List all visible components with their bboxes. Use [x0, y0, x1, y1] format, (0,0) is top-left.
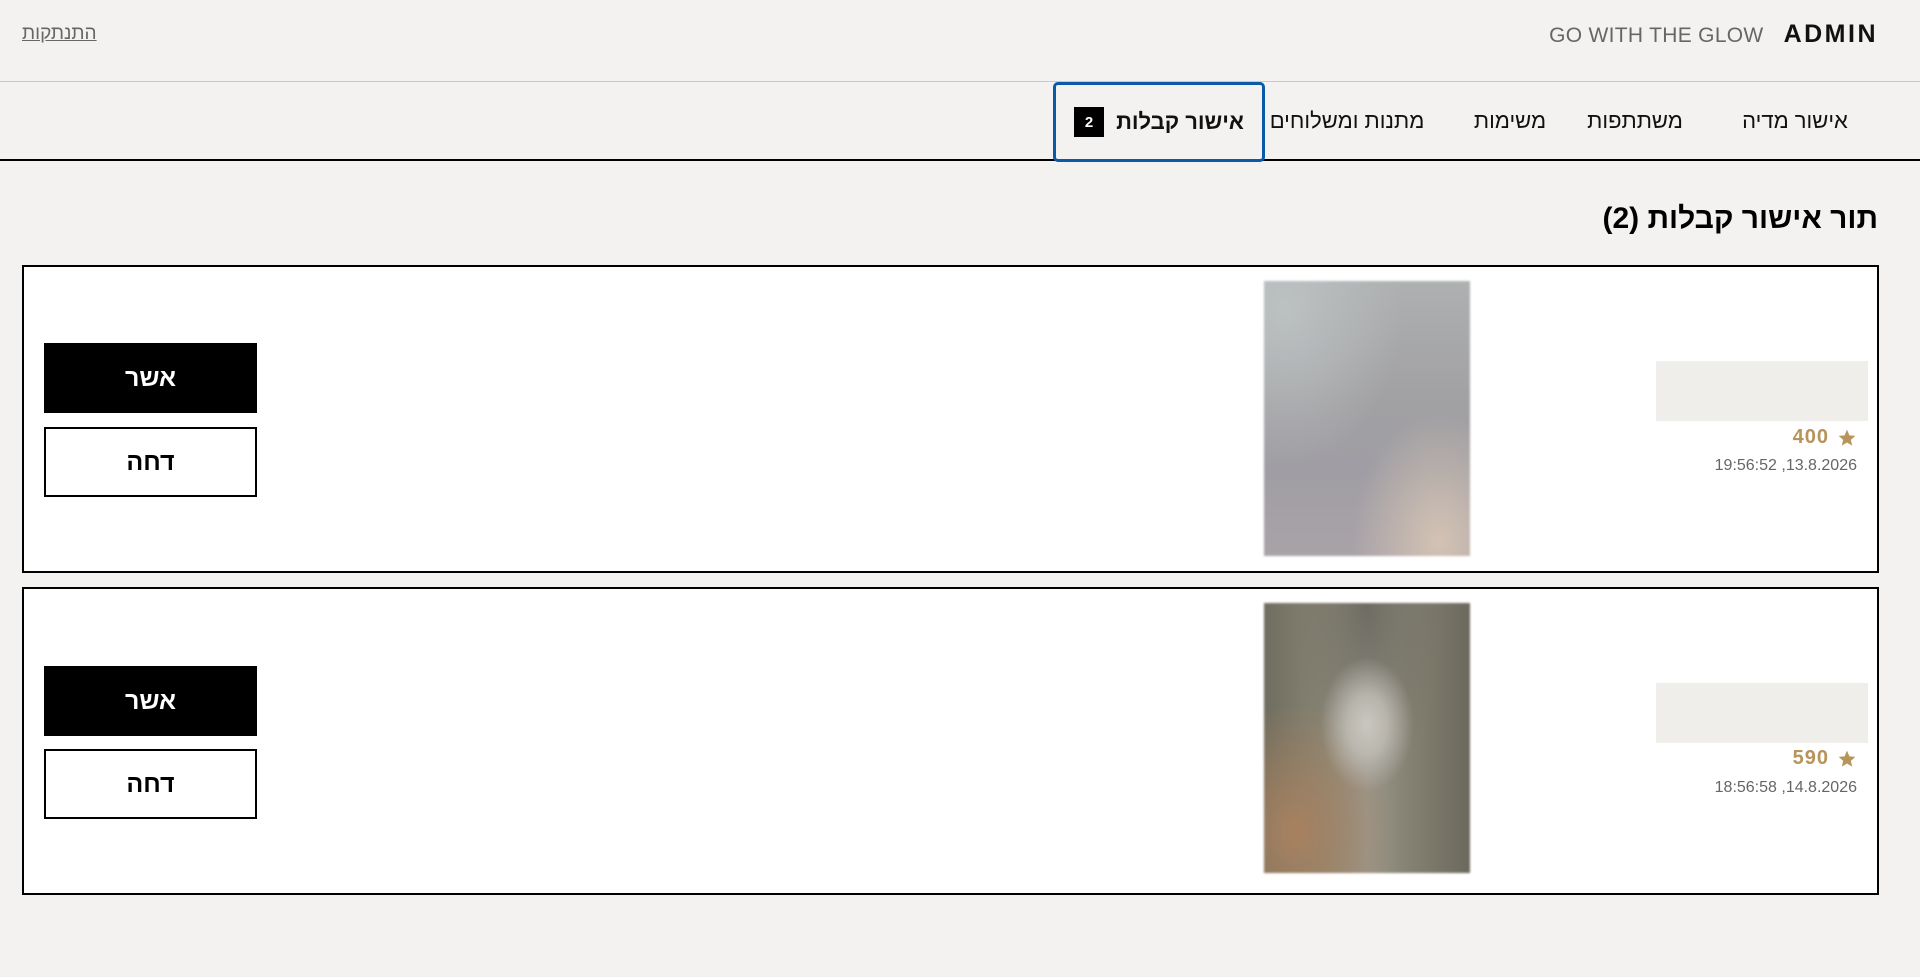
- participant-name-placeholder: [1656, 361, 1868, 421]
- approve-button[interactable]: אשר: [44, 666, 257, 736]
- tab-media-approval[interactable]: אישור מדיה: [1730, 82, 1860, 159]
- brand-admin-logo: ADMIN: [1783, 20, 1878, 48]
- receipt-card: 400 13.8.2026, 19:56:52 אשר דחה: [22, 265, 1879, 573]
- brand-tagline: GO WITH THE GLOW: [1549, 24, 1764, 47]
- tab-bar: אישור מדיה משתתפות משימות מתנות ומשלוחים…: [0, 82, 1920, 162]
- tab-label: אישור מדיה: [1742, 107, 1848, 133]
- count-badge: 2: [1074, 107, 1105, 137]
- top-header: GO WITH THE GLOW ADMIN התנתקות: [0, 0, 1920, 82]
- reject-button[interactable]: דחה: [44, 749, 257, 819]
- page-title: תור אישור קבלות (2): [1602, 202, 1878, 235]
- tab-label: מתנות ומשלוחים: [1269, 107, 1425, 133]
- reject-button[interactable]: דחה: [44, 427, 257, 497]
- receipt-image[interactable]: [1264, 603, 1470, 873]
- logout-link[interactable]: התנתקות: [22, 23, 97, 45]
- submission-date: 13.8.2026, 19:56:52: [1714, 457, 1857, 474]
- approve-button[interactable]: אשר: [44, 343, 257, 413]
- points-number: 590: [1792, 747, 1829, 769]
- points-number: 400: [1792, 426, 1829, 448]
- tab-label: משימות: [1473, 107, 1547, 133]
- star-icon: [1838, 750, 1856, 767]
- tab-receipt-approval[interactable]: אישור קבלות 2: [1053, 82, 1265, 162]
- star-icon: [1838, 429, 1856, 446]
- points-value: 590: [1793, 747, 1857, 770]
- participant-name-placeholder: [1656, 683, 1868, 743]
- tab-tasks[interactable]: משימות: [1455, 82, 1565, 159]
- points-value: 400: [1793, 426, 1857, 449]
- brand: GO WITH THE GLOW ADMIN: [1549, 20, 1878, 49]
- submission-date: 14.8.2026, 18:56:58: [1714, 779, 1857, 796]
- tab-label: אישור קבלות: [1116, 109, 1244, 134]
- tab-participants[interactable]: משתתפות: [1570, 82, 1700, 159]
- receipt-card: 590 14.8.2026, 18:56:58 אשר דחה: [22, 587, 1879, 895]
- tab-gifts-shipments[interactable]: מתנות ומשלוחים: [1252, 82, 1442, 159]
- tab-label: משתתפות: [1587, 107, 1683, 133]
- receipt-image[interactable]: [1264, 281, 1470, 556]
